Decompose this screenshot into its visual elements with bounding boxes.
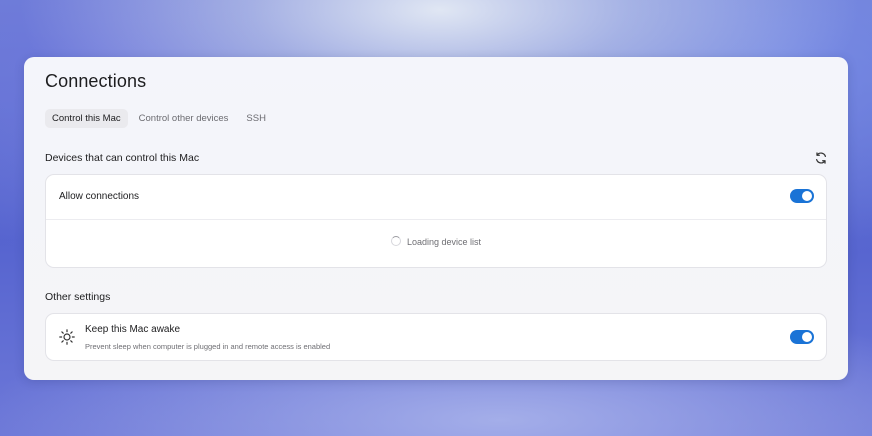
- spinner-icon: [390, 236, 401, 246]
- devices-card: Allow connections Loading device list: [45, 174, 827, 268]
- loading-text: Loading device list: [406, 237, 482, 247]
- keep-awake-description: Prevent sleep when computer is plugged i…: [85, 342, 331, 351]
- toggle-knob: [802, 332, 812, 342]
- keep-awake-toggle[interactable]: [790, 330, 814, 344]
- allow-connections-toggle[interactable]: [790, 189, 814, 203]
- loading-indicator: Loading device list: [46, 236, 826, 247]
- devices-section-heading: Devices that can control this Mac: [45, 152, 200, 164]
- other-settings-heading: Other settings: [45, 291, 111, 303]
- keep-awake-title: Keep this Mac awake: [85, 324, 181, 335]
- tab-control-this-mac[interactable]: Control this Mac: [45, 109, 128, 128]
- divider: [46, 219, 826, 220]
- keep-awake-card: Keep this Mac awake Prevent sleep when c…: [45, 313, 827, 361]
- tab-control-other-devices[interactable]: Control other devices: [132, 109, 236, 128]
- tab-ssh[interactable]: SSH: [239, 109, 273, 128]
- sun-icon: [59, 329, 75, 345]
- refresh-icon[interactable]: [814, 151, 828, 165]
- allow-connections-label: Allow connections: [59, 191, 140, 202]
- connections-panel: Connections Control this Mac Control oth…: [24, 57, 848, 380]
- page-title: Connections: [45, 71, 147, 91]
- toggle-knob: [802, 191, 812, 201]
- tab-bar: Control this Mac Control other devices S…: [45, 109, 277, 128]
